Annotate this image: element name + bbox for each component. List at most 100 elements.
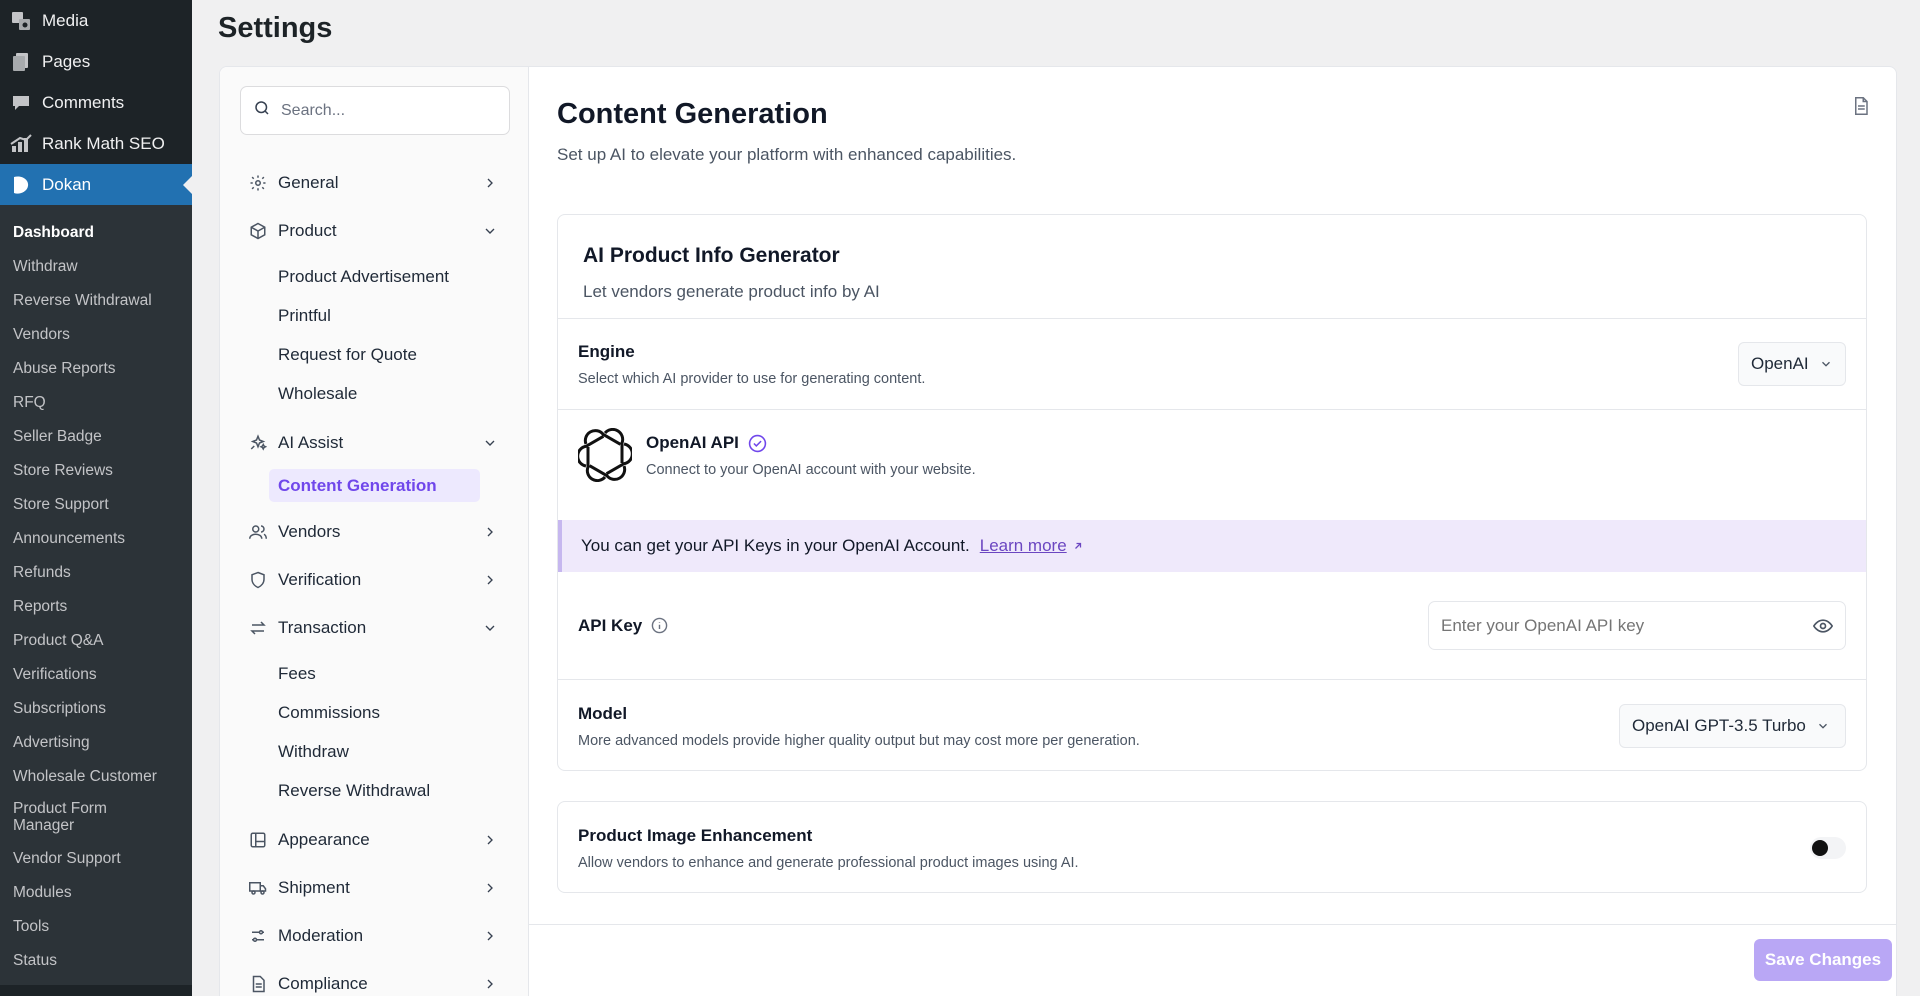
wp-submenu-item[interactable]: Reports bbox=[0, 589, 192, 623]
nav-product[interactable]: Product bbox=[220, 207, 528, 255]
chevron-right-icon bbox=[482, 880, 498, 896]
eye-icon[interactable] bbox=[1813, 616, 1833, 636]
nav-sub-commissions[interactable]: Commissions bbox=[220, 693, 528, 732]
box-icon bbox=[248, 221, 268, 241]
wp-submenu-item[interactable]: Announcements bbox=[0, 521, 192, 555]
chevron-right-icon bbox=[482, 928, 498, 944]
nav-sub-withdraw[interactable]: Withdraw bbox=[220, 732, 528, 771]
wp-menu-media[interactable]: Media bbox=[0, 0, 192, 41]
wp-submenu-label: Product Form Manager bbox=[13, 800, 107, 834]
wp-menu-label: Comments bbox=[42, 92, 125, 112]
image-enhancement-title: Product Image Enhancement bbox=[578, 825, 813, 845]
nav-transaction[interactable]: Transaction bbox=[220, 604, 528, 652]
content-subtitle: Set up AI to elevate your platform with … bbox=[557, 145, 1017, 164]
generator-title: AI Product Info Generator bbox=[583, 244, 840, 267]
info-icon[interactable] bbox=[651, 617, 668, 634]
nav-general[interactable]: General bbox=[220, 159, 528, 207]
wp-submenu-item[interactable]: Subscriptions bbox=[0, 691, 192, 725]
openai-api-row: OpenAI API Connect to your OpenAI accoun… bbox=[558, 409, 1866, 520]
nav-sub-printful[interactable]: Printful bbox=[220, 296, 528, 335]
wp-menu-label: Rank Math SEO bbox=[42, 133, 165, 153]
wp-submenu-item[interactable]: Verifications bbox=[0, 657, 192, 691]
engine-text: Engine Select which AI provider to use f… bbox=[578, 342, 1738, 387]
footer-divider bbox=[529, 924, 1896, 925]
wp-menu-pages[interactable]: Pages bbox=[0, 41, 192, 82]
nav-compliance[interactable]: Compliance bbox=[220, 960, 528, 996]
chevron-down-icon bbox=[482, 223, 498, 239]
wp-submenu-item[interactable]: Reverse Withdrawal bbox=[0, 283, 192, 317]
nav-vendors[interactable]: Vendors bbox=[220, 508, 528, 556]
sliders-icon bbox=[248, 926, 268, 946]
nav-appearance[interactable]: Appearance bbox=[220, 816, 528, 864]
chevron-right-icon bbox=[482, 175, 498, 191]
documentation-icon[interactable] bbox=[1852, 96, 1870, 121]
nav-sub-request-for-quote[interactable]: Request for Quote bbox=[220, 335, 528, 374]
wp-submenu-item[interactable]: Withdraw bbox=[0, 249, 192, 283]
wp-submenu-item[interactable]: Advertising bbox=[0, 725, 192, 759]
gear-icon bbox=[248, 173, 268, 193]
nav-shipment[interactable]: Shipment bbox=[220, 864, 528, 912]
wp-submenu-item[interactable]: Status bbox=[0, 943, 192, 977]
sparkles-icon bbox=[248, 433, 268, 453]
image-enhancement-toggle[interactable] bbox=[1810, 837, 1846, 859]
wp-submenu-item[interactable]: Wholesale Customer bbox=[0, 759, 192, 793]
settings-nav-list: General Product Product Advertisement Pr… bbox=[220, 159, 528, 996]
chevron-down-icon bbox=[482, 620, 498, 636]
nav-ai-assist-sub: Content Generation bbox=[220, 467, 528, 508]
wp-submenu-item[interactable]: Store Reviews bbox=[0, 453, 192, 487]
chevron-right-icon bbox=[482, 976, 498, 992]
shield-icon bbox=[248, 570, 268, 590]
chevron-down-icon bbox=[1819, 357, 1833, 371]
search-icon bbox=[253, 99, 271, 122]
engine-desc: Select which AI provider to use for gene… bbox=[578, 370, 926, 387]
wp-submenu-item[interactable]: Abuse Reports bbox=[0, 351, 192, 385]
wp-submenu-item[interactable]: Seller Badge bbox=[0, 419, 192, 453]
nav-sub-product-advertisement[interactable]: Product Advertisement bbox=[220, 257, 528, 296]
api-key-input[interactable] bbox=[1441, 615, 1813, 636]
wp-menu-dokan[interactable]: Dokan bbox=[0, 164, 192, 205]
wp-menu-rank-math[interactable]: Rank Math SEO bbox=[0, 123, 192, 164]
wp-submenu-item[interactable]: Store Support bbox=[0, 487, 192, 521]
dokan-submenu: Dashboard Withdraw Reverse Withdrawal Ve… bbox=[0, 205, 192, 985]
chevron-right-icon bbox=[482, 832, 498, 848]
image-enhancement-text: Product Image Enhancement Allow vendors … bbox=[578, 826, 1810, 871]
ai-generator-panel: AI Product Info Generator Let vendors ge… bbox=[557, 214, 1867, 771]
nav-sub-wholesale[interactable]: Wholesale bbox=[220, 374, 528, 413]
model-row: Model More advanced models provide highe… bbox=[558, 679, 1866, 770]
learn-more-label: Learn more bbox=[979, 536, 1067, 555]
wp-menu-label: Media bbox=[42, 10, 89, 30]
search-input[interactable] bbox=[281, 101, 501, 120]
wp-menu-comments[interactable]: Comments bbox=[0, 82, 192, 123]
learn-more-link[interactable]: Learn more bbox=[980, 536, 1084, 556]
wp-submenu-item[interactable]: Refunds bbox=[0, 555, 192, 589]
engine-select[interactable]: OpenAI bbox=[1738, 342, 1846, 386]
model-select[interactable]: OpenAI GPT-3.5 Turbo bbox=[1619, 704, 1846, 748]
nav-label: AI Assist bbox=[278, 433, 344, 452]
verified-check-icon bbox=[748, 434, 767, 453]
model-text: Model More advanced models provide highe… bbox=[578, 704, 1619, 749]
nav-sub-fees[interactable]: Fees bbox=[220, 654, 528, 693]
wp-submenu-item[interactable]: Vendor Support bbox=[0, 841, 192, 875]
wp-submenu-item[interactable]: Product Form Manager bbox=[0, 793, 150, 841]
transfer-arrows-icon bbox=[248, 618, 268, 638]
wp-submenu-item[interactable]: RFQ bbox=[0, 385, 192, 419]
wp-submenu-item[interactable]: Product Q&A bbox=[0, 623, 192, 657]
chevron-down-icon bbox=[1816, 719, 1830, 733]
search-box[interactable] bbox=[240, 86, 510, 135]
nav-moderation[interactable]: Moderation bbox=[220, 912, 528, 960]
nav-sub-content-generation[interactable]: Content Generation bbox=[269, 469, 480, 502]
nav-verification[interactable]: Verification bbox=[220, 556, 528, 604]
api-key-input-wrap bbox=[1428, 601, 1846, 650]
wp-submenu-item[interactable]: Vendors bbox=[0, 317, 192, 351]
api-key-notice: You can get your API Keys in your OpenAI… bbox=[558, 520, 1866, 572]
generator-header: AI Product Info Generator Let vendors ge… bbox=[558, 215, 1866, 318]
wp-submenu-item[interactable]: Dashboard bbox=[0, 215, 192, 249]
openai-api-title-wrap: OpenAI API bbox=[646, 433, 976, 453]
save-changes-button[interactable]: Save Changes bbox=[1754, 939, 1892, 981]
wp-submenu-item[interactable]: Modules bbox=[0, 875, 192, 909]
wp-submenu-item[interactable]: Tools bbox=[0, 909, 192, 943]
nav-sub-reverse-withdrawal[interactable]: Reverse Withdrawal bbox=[220, 771, 528, 810]
document-icon bbox=[248, 974, 268, 994]
nav-ai-assist[interactable]: AI Assist bbox=[220, 419, 528, 467]
media-icon bbox=[10, 10, 32, 32]
